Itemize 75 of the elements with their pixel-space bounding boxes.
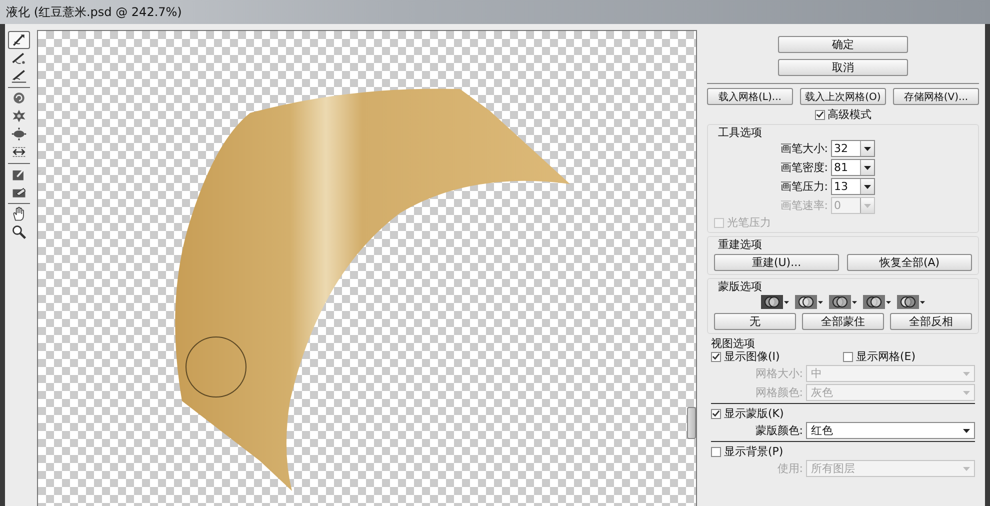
caret-icon (852, 300, 857, 304)
caret-icon (784, 300, 789, 304)
mask-mode-button[interactable] (897, 295, 925, 309)
brush-icon (11, 68, 27, 84)
group-title: 蒙版选项 (717, 280, 762, 293)
caret-icon (864, 146, 871, 150)
mesh-button[interactable]: 载入上次网格(O) (800, 88, 886, 105)
caret-icon (864, 204, 871, 208)
tool-button[interactable] (8, 31, 30, 49)
checkbox-label: 显示网格(E) (856, 350, 916, 363)
checkbox[interactable] (843, 352, 853, 362)
field-label: 画笔密度: (779, 161, 828, 174)
reconstruct-button[interactable]: 重建(U)... (714, 254, 839, 271)
number-field[interactable]: 32 (831, 140, 875, 157)
caret-icon (864, 184, 871, 188)
caret-icon (886, 300, 891, 304)
mask-mode-button[interactable] (829, 295, 857, 309)
checkbox[interactable] (711, 352, 721, 362)
caret-icon (920, 300, 925, 304)
mesh-button[interactable]: 存储网格(V)... (893, 88, 979, 105)
mask-button[interactable]: 无 (714, 313, 796, 330)
caret-icon (963, 390, 970, 394)
checkmark-icon (816, 110, 824, 119)
checkbox-label: 高级模式 (828, 108, 872, 121)
dialog-button[interactable]: 取消 (778, 59, 908, 76)
swirl-icon (11, 90, 27, 106)
mask-button[interactable]: 全部蒙住 (802, 313, 884, 330)
scrollbar-thumb[interactable] (687, 407, 696, 439)
overlapping-circles-icon (795, 295, 817, 309)
checkbox[interactable] (711, 408, 721, 418)
caret-icon (864, 166, 871, 170)
checkbox-label: 显示背景(P) (724, 445, 784, 458)
dialog-button[interactable]: 确定 (778, 36, 908, 53)
checkbox-label: 光笔压力 (727, 216, 771, 229)
field-label: 使用: (776, 462, 803, 475)
checkmark-icon (712, 352, 720, 361)
mask-button[interactable]: 全部反相 (890, 313, 972, 330)
mask-mode-button[interactable] (761, 295, 789, 309)
field-label: 网格大小: (754, 367, 803, 380)
mask-mode-button[interactable] (863, 295, 891, 309)
number-field[interactable]: 81 (831, 159, 875, 176)
caret-icon (963, 428, 970, 432)
hand-icon (11, 206, 27, 222)
checkbox-label: 显示图像(I) (724, 350, 780, 363)
pucker-icon (11, 108, 27, 124)
dropdown[interactable]: 红色 (806, 422, 975, 439)
mask-mode-button[interactable] (795, 295, 823, 309)
group-title: 重建选项 (717, 238, 762, 251)
mesh-button[interactable]: 载入网格(L)... (707, 88, 793, 105)
checkbox-label: 显示蒙版(K) (724, 407, 784, 420)
overlapping-circles-icon (761, 295, 783, 309)
field-label: 画笔压力: (779, 180, 828, 193)
checkbox[interactable] (711, 446, 721, 456)
group-title: 工具选项 (717, 126, 762, 139)
group-title: 视图选项 (711, 337, 755, 350)
number-field[interactable]: 13 (831, 178, 875, 195)
overlapping-circles-icon (829, 295, 851, 309)
brush-icon (11, 50, 27, 66)
arrows-icon (11, 144, 27, 160)
field-label: 画笔大小: (779, 142, 828, 155)
reconstruct-button[interactable]: 恢复全部(A) (847, 254, 972, 271)
caret-icon (963, 466, 970, 470)
checkbox[interactable] (814, 110, 824, 120)
zoom-icon (11, 224, 27, 240)
field-label: 画笔速率: (779, 199, 828, 212)
bloat-icon (11, 126, 27, 142)
brush-cursor (186, 336, 246, 398)
checkmark-icon (712, 409, 720, 418)
field-label: 蒙版颜色: (754, 424, 803, 437)
overlapping-circles-icon (897, 295, 919, 309)
overlapping-circles-icon (863, 295, 885, 309)
window-title: 液化 (红豆薏米.psd @ 242.7%) (6, 6, 182, 18)
caret-icon (963, 372, 970, 376)
field-label: 网格颜色: (754, 386, 803, 399)
caret-icon (818, 300, 823, 304)
